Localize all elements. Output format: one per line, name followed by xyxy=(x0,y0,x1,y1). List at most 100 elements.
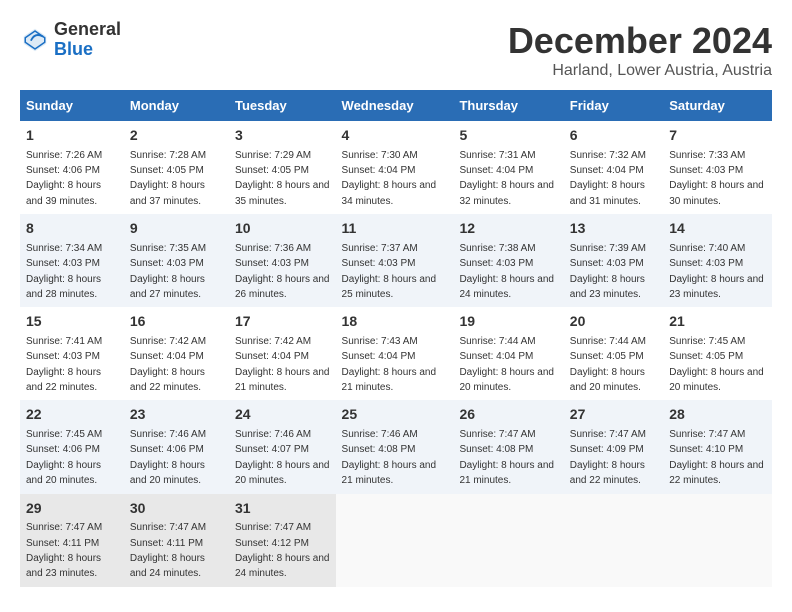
sunset-text: Sunset: 4:05 PM xyxy=(570,351,644,362)
sunset-text: Sunset: 4:06 PM xyxy=(130,444,204,455)
page-header: General Blue December 2024 Harland, Lowe… xyxy=(20,20,772,80)
daylight-text: Daylight: 8 hours and 23 minutes. xyxy=(26,553,101,579)
calendar-week-row: 15 Sunrise: 7:41 AM Sunset: 4:03 PM Dayl… xyxy=(20,307,772,400)
table-row: 17 Sunrise: 7:42 AM Sunset: 4:04 PM Dayl… xyxy=(229,307,336,400)
table-row: 19 Sunrise: 7:44 AM Sunset: 4:04 PM Dayl… xyxy=(453,307,563,400)
day-number: 8 xyxy=(26,219,118,239)
calendar-week-row: 22 Sunrise: 7:45 AM Sunset: 4:06 PM Dayl… xyxy=(20,400,772,493)
calendar-week-row: 8 Sunrise: 7:34 AM Sunset: 4:03 PM Dayli… xyxy=(20,214,772,307)
logo-general: General xyxy=(54,20,121,40)
sunset-text: Sunset: 4:03 PM xyxy=(342,258,416,269)
daylight-text: Daylight: 8 hours and 22 minutes. xyxy=(26,367,101,393)
table-row: 25 Sunrise: 7:46 AM Sunset: 4:08 PM Dayl… xyxy=(336,400,454,493)
col-friday: Friday xyxy=(564,90,663,121)
sunset-text: Sunset: 4:08 PM xyxy=(342,444,416,455)
table-row: 7 Sunrise: 7:33 AM Sunset: 4:03 PM Dayli… xyxy=(663,121,772,214)
sunrise-text: Sunrise: 7:40 AM xyxy=(669,243,745,254)
sunrise-text: Sunrise: 7:47 AM xyxy=(669,429,745,440)
col-thursday: Thursday xyxy=(453,90,563,121)
day-number: 10 xyxy=(235,219,330,239)
daylight-text: Daylight: 8 hours and 24 minutes. xyxy=(235,553,330,579)
sunrise-text: Sunrise: 7:33 AM xyxy=(669,150,745,161)
table-row xyxy=(453,494,563,587)
day-number: 7 xyxy=(669,126,766,146)
daylight-text: Daylight: 8 hours and 23 minutes. xyxy=(570,274,645,300)
table-row xyxy=(663,494,772,587)
sunset-text: Sunset: 4:07 PM xyxy=(235,444,309,455)
location: Harland, Lower Austria, Austria xyxy=(508,62,772,80)
calendar-table: Sunday Monday Tuesday Wednesday Thursday… xyxy=(20,90,772,587)
day-number: 9 xyxy=(130,219,223,239)
day-number: 21 xyxy=(669,312,766,332)
sunset-text: Sunset: 4:03 PM xyxy=(669,165,743,176)
daylight-text: Daylight: 8 hours and 34 minutes. xyxy=(342,180,437,206)
logo: General Blue xyxy=(20,20,121,60)
day-number: 6 xyxy=(570,126,657,146)
sunset-text: Sunset: 4:04 PM xyxy=(459,351,533,362)
table-row: 28 Sunrise: 7:47 AM Sunset: 4:10 PM Dayl… xyxy=(663,400,772,493)
daylight-text: Daylight: 8 hours and 25 minutes. xyxy=(342,274,437,300)
table-row: 10 Sunrise: 7:36 AM Sunset: 4:03 PM Dayl… xyxy=(229,214,336,307)
table-row: 1 Sunrise: 7:26 AM Sunset: 4:06 PM Dayli… xyxy=(20,121,124,214)
sunrise-text: Sunrise: 7:47 AM xyxy=(130,522,206,533)
day-number: 17 xyxy=(235,312,330,332)
sunrise-text: Sunrise: 7:43 AM xyxy=(342,336,418,347)
table-row: 6 Sunrise: 7:32 AM Sunset: 4:04 PM Dayli… xyxy=(564,121,663,214)
sunrise-text: Sunrise: 7:34 AM xyxy=(26,243,102,254)
sunset-text: Sunset: 4:12 PM xyxy=(235,538,309,549)
sunset-text: Sunset: 4:03 PM xyxy=(26,258,100,269)
daylight-text: Daylight: 8 hours and 23 minutes. xyxy=(669,274,764,300)
table-row: 27 Sunrise: 7:47 AM Sunset: 4:09 PM Dayl… xyxy=(564,400,663,493)
sunset-text: Sunset: 4:04 PM xyxy=(342,351,416,362)
sunset-text: Sunset: 4:03 PM xyxy=(570,258,644,269)
sunrise-text: Sunrise: 7:47 AM xyxy=(570,429,646,440)
day-number: 28 xyxy=(669,405,766,425)
sunrise-text: Sunrise: 7:42 AM xyxy=(130,336,206,347)
sunset-text: Sunset: 4:03 PM xyxy=(235,258,309,269)
sunrise-text: Sunrise: 7:26 AM xyxy=(26,150,102,161)
daylight-text: Daylight: 8 hours and 28 minutes. xyxy=(26,274,101,300)
table-row: 30 Sunrise: 7:47 AM Sunset: 4:11 PM Dayl… xyxy=(124,494,229,587)
sunrise-text: Sunrise: 7:46 AM xyxy=(342,429,418,440)
table-row: 22 Sunrise: 7:45 AM Sunset: 4:06 PM Dayl… xyxy=(20,400,124,493)
month-title: December 2024 xyxy=(508,20,772,62)
daylight-text: Daylight: 8 hours and 22 minutes. xyxy=(130,367,205,393)
sunset-text: Sunset: 4:04 PM xyxy=(130,351,204,362)
col-monday: Monday xyxy=(124,90,229,121)
sunset-text: Sunset: 4:05 PM xyxy=(235,165,309,176)
sunrise-text: Sunrise: 7:42 AM xyxy=(235,336,311,347)
table-row: 31 Sunrise: 7:47 AM Sunset: 4:12 PM Dayl… xyxy=(229,494,336,587)
sunset-text: Sunset: 4:08 PM xyxy=(459,444,533,455)
sunrise-text: Sunrise: 7:45 AM xyxy=(669,336,745,347)
table-row: 9 Sunrise: 7:35 AM Sunset: 4:03 PM Dayli… xyxy=(124,214,229,307)
sunset-text: Sunset: 4:06 PM xyxy=(26,165,100,176)
daylight-text: Daylight: 8 hours and 27 minutes. xyxy=(130,274,205,300)
day-number: 19 xyxy=(459,312,557,332)
sunrise-text: Sunrise: 7:46 AM xyxy=(235,429,311,440)
table-row: 4 Sunrise: 7:30 AM Sunset: 4:04 PM Dayli… xyxy=(336,121,454,214)
daylight-text: Daylight: 8 hours and 32 minutes. xyxy=(459,180,554,206)
sunrise-text: Sunrise: 7:30 AM xyxy=(342,150,418,161)
sunset-text: Sunset: 4:05 PM xyxy=(669,351,743,362)
daylight-text: Daylight: 8 hours and 21 minutes. xyxy=(342,460,437,486)
logo-blue: Blue xyxy=(54,40,121,60)
table-row xyxy=(336,494,454,587)
sunrise-text: Sunrise: 7:39 AM xyxy=(570,243,646,254)
title-block: December 2024 Harland, Lower Austria, Au… xyxy=(508,20,772,80)
day-number: 3 xyxy=(235,126,330,146)
sunset-text: Sunset: 4:05 PM xyxy=(130,165,204,176)
daylight-text: Daylight: 8 hours and 30 minutes. xyxy=(669,180,764,206)
day-number: 15 xyxy=(26,312,118,332)
daylight-text: Daylight: 8 hours and 21 minutes. xyxy=(459,460,554,486)
table-row: 23 Sunrise: 7:46 AM Sunset: 4:06 PM Dayl… xyxy=(124,400,229,493)
day-number: 2 xyxy=(130,126,223,146)
day-number: 12 xyxy=(459,219,557,239)
day-number: 13 xyxy=(570,219,657,239)
day-number: 23 xyxy=(130,405,223,425)
calendar-week-row: 29 Sunrise: 7:47 AM Sunset: 4:11 PM Dayl… xyxy=(20,494,772,587)
sunset-text: Sunset: 4:10 PM xyxy=(669,444,743,455)
daylight-text: Daylight: 8 hours and 20 minutes. xyxy=(669,367,764,393)
col-saturday: Saturday xyxy=(663,90,772,121)
sunset-text: Sunset: 4:03 PM xyxy=(130,258,204,269)
daylight-text: Daylight: 8 hours and 20 minutes. xyxy=(459,367,554,393)
